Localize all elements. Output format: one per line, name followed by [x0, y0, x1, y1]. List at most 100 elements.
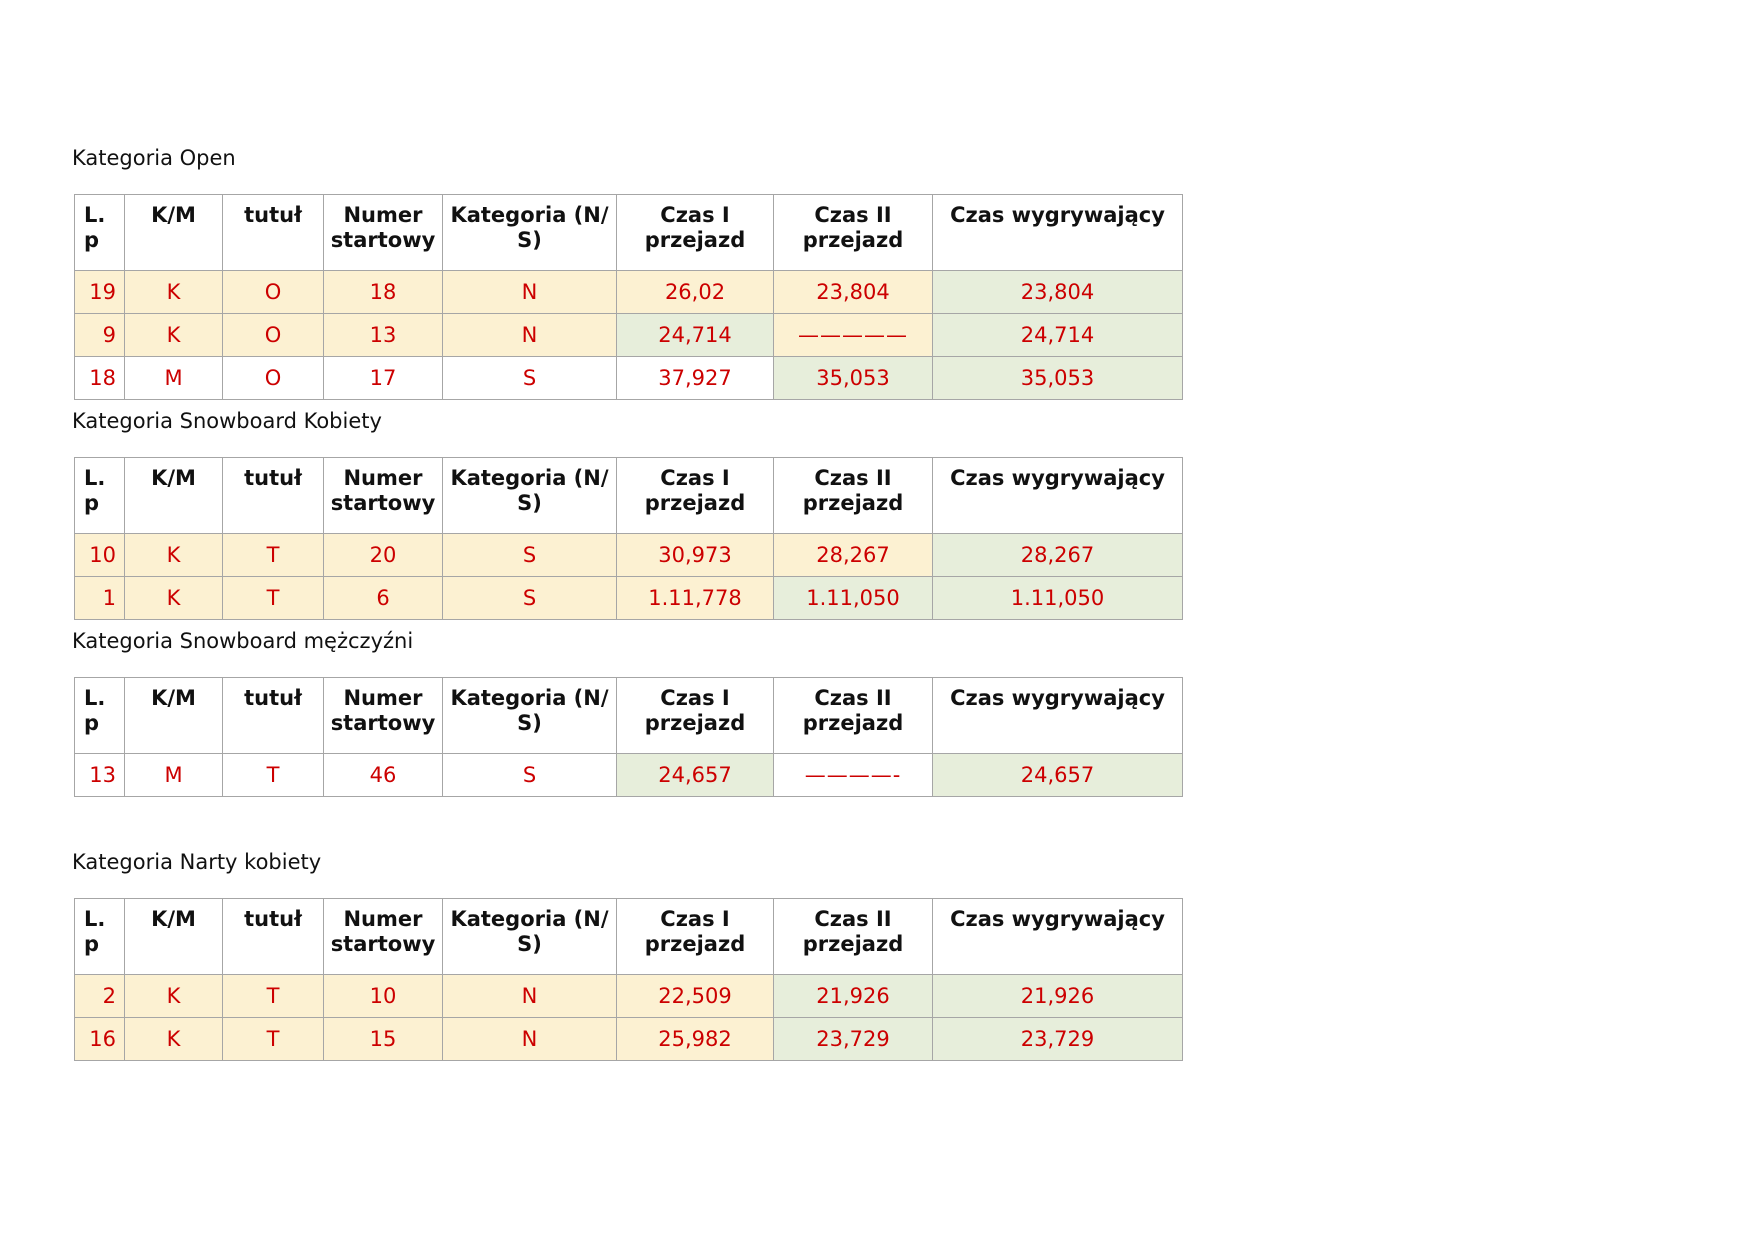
header-czas-wyg: Czas wygrywający: [932, 677, 1183, 754]
cell-tytul: O: [222, 356, 324, 400]
cell-czas1: 1.11,778: [616, 576, 774, 620]
cell-numer: 6: [323, 576, 443, 620]
table-row: 2 K T 10 N 22,509 21,926 21,926: [74, 974, 1183, 1018]
cell-km: K: [124, 313, 223, 357]
header-czas-wyg: Czas wygrywający: [932, 898, 1183, 975]
cell-tytul: T: [222, 1017, 324, 1061]
cell-numer: 13: [323, 313, 443, 357]
cell-czas2: 35,053: [773, 356, 933, 400]
header-lp: L. p: [74, 898, 125, 975]
cell-czas-wyg: 21,926: [932, 974, 1183, 1018]
cell-czas-wyg: 28,267: [932, 533, 1183, 577]
cell-kategoria: S: [442, 533, 617, 577]
header-km: K/M: [124, 898, 223, 975]
cell-czas1: 24,657: [616, 753, 774, 797]
cell-czas2: 28,267: [773, 533, 933, 577]
document-page: Kategoria Open L. p K/M tutuł Numer star…: [0, 0, 1754, 1239]
header-kategoria: Kategoria (N/ S): [442, 457, 617, 534]
header-czas1: Czas I przejazd: [616, 677, 774, 754]
table-row: 9 K O 13 N 24,714 ————— 24,714: [74, 313, 1183, 357]
header-tytul: tutuł: [222, 677, 324, 754]
cell-kategoria: S: [442, 753, 617, 797]
header-tytul: tutuł: [222, 194, 324, 271]
cell-czas1: 30,973: [616, 533, 774, 577]
cell-km: M: [124, 753, 223, 797]
header-row: L. p K/M tutuł Numer startowy Kategoria …: [74, 457, 1183, 534]
cell-tytul: O: [222, 313, 324, 357]
header-lp: L. p: [74, 457, 125, 534]
header-km: K/M: [124, 194, 223, 271]
table-row: 13 M T 46 S 24,657 ————- 24,657: [74, 753, 1183, 797]
cell-km: K: [124, 1017, 223, 1061]
cell-lp: 9: [74, 313, 125, 357]
header-row: L. p K/M tutuł Numer startowy Kategoria …: [74, 677, 1183, 754]
cell-km: K: [124, 576, 223, 620]
section-title-open: Kategoria Open: [72, 146, 236, 170]
header-lp: L. p: [74, 677, 125, 754]
cell-tytul: T: [222, 576, 324, 620]
header-czas-wyg: Czas wygrywający: [932, 194, 1183, 271]
cell-kategoria: S: [442, 576, 617, 620]
header-kategoria: Kategoria (N/ S): [442, 898, 617, 975]
cell-kategoria: N: [442, 1017, 617, 1061]
section-title-narty-kobiety: Kategoria Narty kobiety: [72, 850, 322, 874]
cell-tytul: O: [222, 270, 324, 314]
cell-czas2: ————-: [773, 753, 933, 797]
cell-tytul: T: [222, 753, 324, 797]
header-czas1: Czas I przejazd: [616, 457, 774, 534]
cell-kategoria: S: [442, 356, 617, 400]
header-czas2: Czas II przejazd: [773, 457, 933, 534]
header-czas2: Czas II przejazd: [773, 898, 933, 975]
header-czas2: Czas II przejazd: [773, 194, 933, 271]
cell-lp: 13: [74, 753, 125, 797]
header-kategoria: Kategoria (N/ S): [442, 194, 617, 271]
header-kategoria: Kategoria (N/ S): [442, 677, 617, 754]
cell-km: M: [124, 356, 223, 400]
cell-kategoria: N: [442, 974, 617, 1018]
table-row: 19 K O 18 N 26,02 23,804 23,804: [74, 270, 1183, 314]
cell-czas1: 26,02: [616, 270, 774, 314]
cell-czas2: —————: [773, 313, 933, 357]
table-row: 1 K T 6 S 1.11,778 1.11,050 1.11,050: [74, 576, 1183, 620]
cell-kategoria: N: [442, 270, 617, 314]
cell-czas1: 22,509: [616, 974, 774, 1018]
cell-czas2: 23,729: [773, 1017, 933, 1061]
cell-lp: 18: [74, 356, 125, 400]
cell-czas2: 1.11,050: [773, 576, 933, 620]
cell-lp: 16: [74, 1017, 125, 1061]
cell-lp: 19: [74, 270, 125, 314]
cell-czas2: 23,804: [773, 270, 933, 314]
header-numer: Numer startowy: [323, 457, 443, 534]
header-numer: Numer startowy: [323, 194, 443, 271]
results-table-narty-kobiety: L. p K/M tutuł Numer startowy Kategoria …: [74, 898, 1183, 1061]
table-row: 18 M O 17 S 37,927 35,053 35,053: [74, 356, 1183, 400]
cell-czas1: 24,714: [616, 313, 774, 357]
header-tytul: tutuł: [222, 457, 324, 534]
section-title-snowboard-kobiety: Kategoria Snowboard Kobiety: [72, 409, 382, 433]
cell-czas-wyg: 23,729: [932, 1017, 1183, 1061]
cell-czas2: 21,926: [773, 974, 933, 1018]
table-row: 10 K T 20 S 30,973 28,267 28,267: [74, 533, 1183, 577]
header-czas1: Czas I przejazd: [616, 898, 774, 975]
cell-numer: 17: [323, 356, 443, 400]
header-row: L. p K/M tutuł Numer startowy Kategoria …: [74, 898, 1183, 975]
header-czas2: Czas II przejazd: [773, 677, 933, 754]
header-km: K/M: [124, 677, 223, 754]
header-numer: Numer startowy: [323, 898, 443, 975]
cell-tytul: T: [222, 533, 324, 577]
results-table-snowboard-kobiety: L. p K/M tutuł Numer startowy Kategoria …: [74, 457, 1183, 620]
cell-lp: 1: [74, 576, 125, 620]
cell-tytul: T: [222, 974, 324, 1018]
cell-czas-wyg: 35,053: [932, 356, 1183, 400]
cell-numer: 15: [323, 1017, 443, 1061]
cell-km: K: [124, 270, 223, 314]
cell-czas1: 37,927: [616, 356, 774, 400]
header-row: L. p K/M tutuł Numer startowy Kategoria …: [74, 194, 1183, 271]
cell-numer: 20: [323, 533, 443, 577]
header-numer: Numer startowy: [323, 677, 443, 754]
header-km: K/M: [124, 457, 223, 534]
cell-numer: 46: [323, 753, 443, 797]
cell-lp: 2: [74, 974, 125, 1018]
table-row: 16 K T 15 N 25,982 23,729 23,729: [74, 1017, 1183, 1061]
section-title-snowboard-mezczyzni: Kategoria Snowboard mężczyźni: [72, 629, 414, 653]
